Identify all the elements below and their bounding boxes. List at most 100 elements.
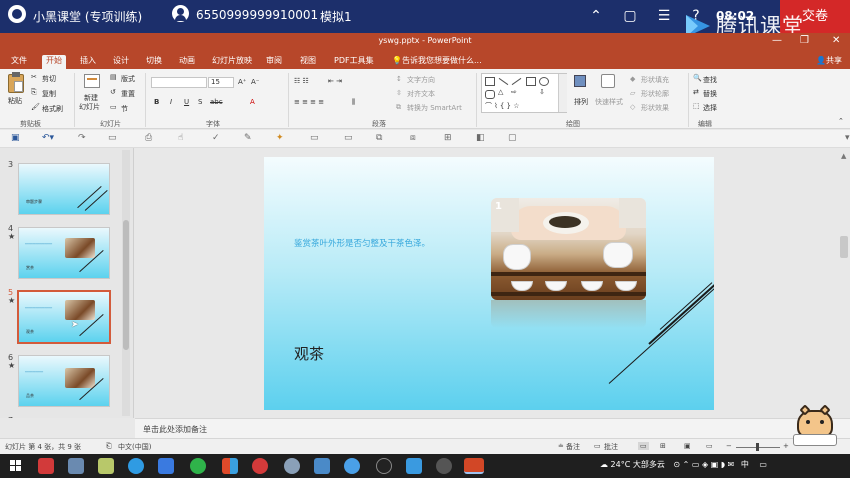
app-star-icon[interactable]: [158, 458, 174, 474]
italic-button[interactable]: I: [170, 98, 172, 106]
notes-placeholder[interactable]: 单击此处添加备注: [143, 424, 207, 435]
copy-icon[interactable]: ⎘: [31, 88, 37, 97]
rectangle-icon[interactable]: [526, 77, 536, 86]
zoom-in-icon[interactable]: +: [783, 442, 789, 450]
find-icon[interactable]: 🔍: [693, 74, 702, 82]
wechat-icon[interactable]: [190, 458, 206, 474]
app-monitor-icon[interactable]: [68, 458, 84, 474]
collapse-ribbon-icon[interactable]: ⌃: [838, 117, 844, 125]
qq-icon[interactable]: [376, 458, 392, 474]
tab-file[interactable]: 文件: [7, 55, 31, 69]
sorter-view-icon[interactable]: ⊞: [660, 442, 666, 450]
paste-button[interactable]: 粘贴: [8, 96, 22, 106]
cut-icon[interactable]: ✂: [31, 73, 37, 81]
find-button[interactable]: 查找: [703, 75, 717, 85]
slide-title[interactable]: 观茶: [294, 343, 324, 364]
tab-view[interactable]: 视图: [296, 55, 320, 69]
slide-subtitle[interactable]: 鉴赏茶叶外形是否匀整及干茶色泽。: [294, 237, 430, 249]
shape-fill-icon[interactable]: ◆: [630, 75, 635, 83]
group-icon[interactable]: ⧉: [376, 133, 382, 143]
cut-button[interactable]: 剪切: [42, 74, 56, 84]
outline-icon[interactable]: ▢: [508, 133, 517, 143]
netease-music-icon[interactable]: [252, 458, 268, 474]
tell-me-search[interactable]: 告诉我您想要做什么...: [398, 55, 486, 69]
format-painter-button[interactable]: 格式刷: [42, 104, 63, 114]
current-slide[interactable]: 鉴赏茶叶外形是否匀整及干茶色泽。 观茶 1: [264, 157, 714, 410]
section-icon[interactable]: ▭: [110, 103, 117, 111]
quick-styles-button[interactable]: 快速样式: [595, 97, 623, 107]
tab-slideshow[interactable]: 幻灯片放映: [208, 55, 256, 69]
slideshow-view-icon[interactable]: ▭: [706, 442, 713, 450]
shape-effects-icon[interactable]: ◇: [630, 103, 635, 111]
align-text-button[interactable]: 对齐文本: [407, 89, 435, 99]
strikethrough-button[interactable]: abc: [210, 98, 223, 106]
notification-icon[interactable]: ▭: [759, 460, 767, 469]
shape-fill-button[interactable]: 形状填充: [641, 75, 669, 85]
draw-icon[interactable]: ✎: [244, 133, 252, 143]
window-icon[interactable]: ▢: [618, 4, 642, 28]
app-link-icon[interactable]: [344, 458, 360, 474]
shape-effects-button[interactable]: 形状效果: [641, 103, 669, 113]
new-slide-button-label[interactable]: 幻灯片: [79, 102, 100, 112]
slide-thumbnail-5[interactable]: ━━━━━━━━━━━━━━━ 观茶 ➤: [17, 290, 111, 344]
slide-thumbnail-6[interactable]: ━━━━━━━━━━ 品茶: [18, 355, 110, 407]
rounded-rect-icon[interactable]: [485, 90, 495, 99]
copy-button[interactable]: 复制: [42, 89, 56, 99]
decrease-font-icon[interactable]: A⁻: [251, 78, 259, 86]
tab-home[interactable]: 开始: [42, 55, 66, 69]
text-box-icon[interactable]: [485, 77, 495, 86]
tab-animations[interactable]: 动画: [175, 55, 199, 69]
app-avatar-icon[interactable]: [436, 458, 452, 474]
gallery-scroll[interactable]: [558, 74, 567, 112]
slide-thumbnail-4[interactable]: ━━━━━━━━━━━━━━━ 赏茶: [18, 227, 110, 279]
app-image-icon[interactable]: [314, 458, 330, 474]
canvas-scroll-up-icon[interactable]: ▲: [841, 152, 846, 160]
checklist-icon[interactable]: ☰: [652, 4, 676, 28]
ungroup-icon[interactable]: ⧈: [410, 133, 416, 143]
shape-outline-icon[interactable]: ▱: [630, 89, 635, 97]
comments-icon[interactable]: ▭: [594, 442, 601, 450]
start-icon[interactable]: [8, 458, 24, 474]
text-direction-button[interactable]: 文字方向: [407, 75, 435, 85]
reset-button[interactable]: 重置: [121, 89, 135, 99]
tea-photo[interactable]: 1: [491, 198, 646, 300]
zoom-out-icon[interactable]: −: [726, 442, 732, 450]
align-left-icon[interactable]: ≡ ≡ ≡ ≡: [294, 98, 324, 106]
present-icon[interactable]: ▭: [108, 133, 117, 143]
bring-forward-icon[interactable]: ▭: [310, 133, 319, 143]
underline-button[interactable]: U: [184, 98, 189, 106]
increase-font-icon[interactable]: A⁺: [238, 78, 246, 86]
brush-icon[interactable]: ✦: [276, 133, 284, 143]
language-indicator[interactable]: 中文(中国): [118, 442, 151, 452]
align-text-icon[interactable]: ⇳: [396, 89, 402, 97]
app-x-icon[interactable]: [38, 458, 54, 474]
save-icon[interactable]: ▣: [11, 133, 20, 143]
reset-icon[interactable]: ↺: [110, 88, 116, 96]
print-icon[interactable]: ⎙: [145, 133, 152, 143]
brace-icon[interactable]: ⌒ ⌇ { } ☆: [485, 101, 520, 111]
reading-view-icon[interactable]: ▣: [684, 442, 691, 450]
arrow-right-icon[interactable]: ⇨: [511, 88, 517, 96]
close-icon[interactable]: ✕: [832, 35, 840, 46]
thumbnail-scroll-thumb[interactable]: [123, 220, 129, 350]
app-grid-icon[interactable]: [222, 458, 238, 474]
undo-icon[interactable]: ↶▾: [42, 133, 54, 143]
arrow-down-icon[interactable]: ⇩: [539, 88, 545, 96]
app-cloud-icon[interactable]: [284, 458, 300, 474]
tab-insert[interactable]: 插入: [76, 55, 100, 69]
zoom-slider-thumb[interactable]: [756, 443, 759, 451]
layout-icon[interactable]: ▤: [110, 73, 117, 81]
quick-styles-icon[interactable]: [601, 74, 615, 88]
tab-review[interactable]: 审阅: [262, 55, 286, 69]
select-icon[interactable]: ⬚: [693, 102, 700, 110]
triangle-icon[interactable]: △: [498, 88, 503, 96]
normal-view-icon[interactable]: ▭: [638, 442, 649, 450]
slide-thumbnail-3[interactable]: 审题步骤: [18, 163, 110, 215]
notes-icon[interactable]: ≐: [558, 442, 564, 450]
shadow-button[interactable]: S: [198, 98, 202, 106]
spell-icon[interactable]: ✓: [212, 133, 220, 143]
ime-indicator[interactable]: 中: [741, 460, 749, 469]
app-notes-icon[interactable]: [98, 458, 114, 474]
columns-icon[interactable]: ⫼: [352, 98, 355, 107]
comments-toggle[interactable]: 批注: [604, 442, 618, 452]
